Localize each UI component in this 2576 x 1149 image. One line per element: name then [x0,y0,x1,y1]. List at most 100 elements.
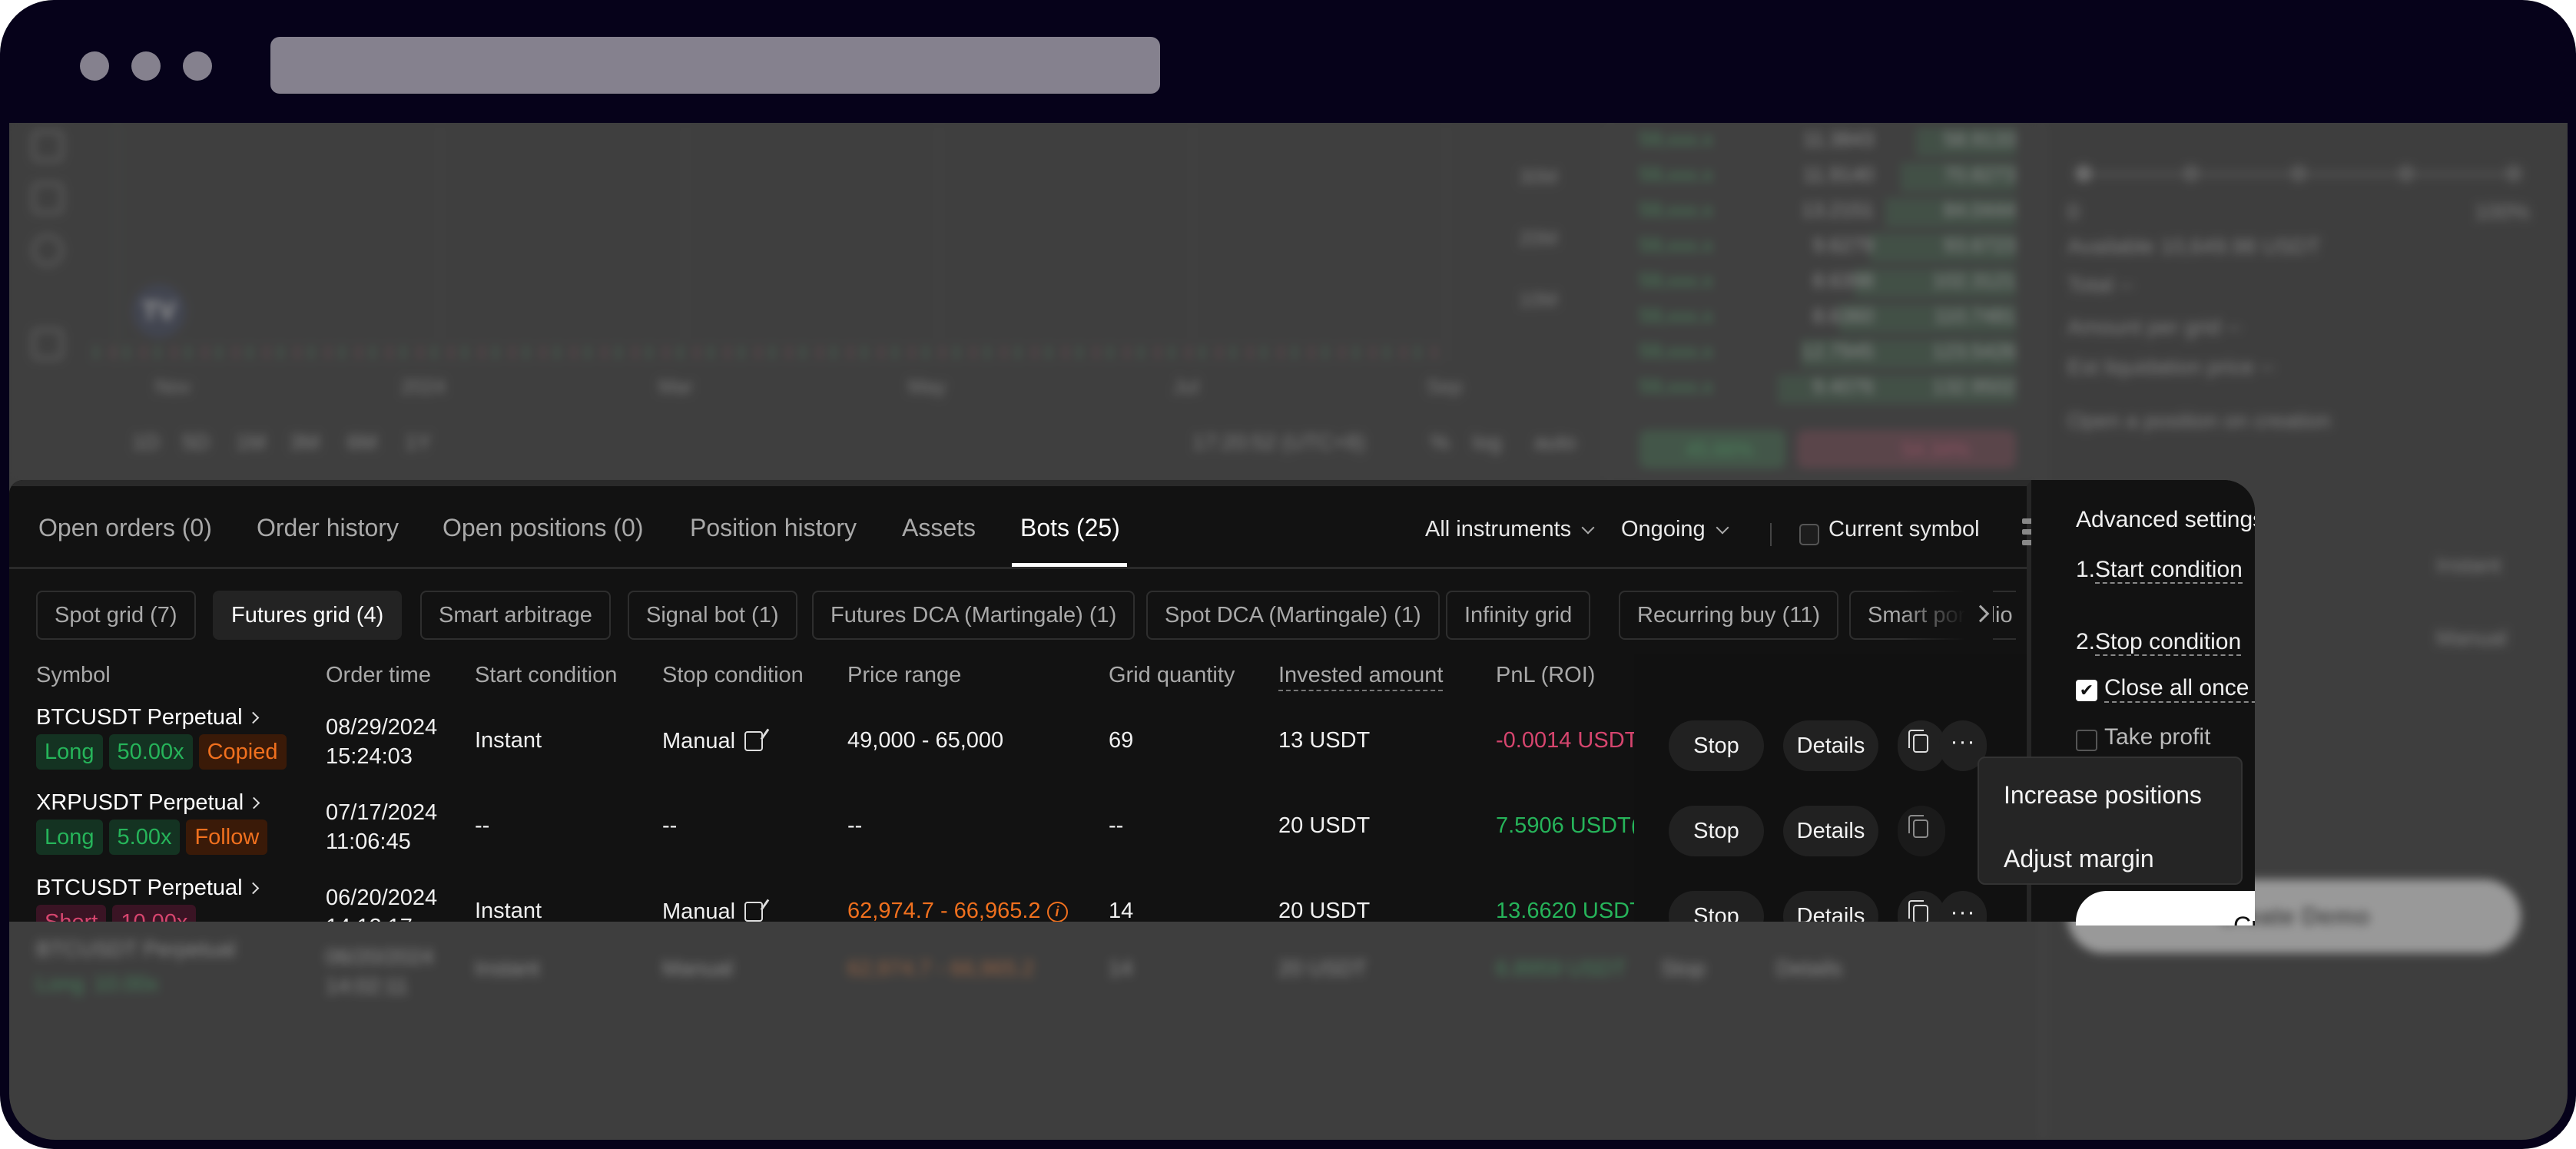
chip-infinity-grid[interactable]: Infinity grid [1446,591,1591,640]
menu-increase-positions[interactable]: Increase positions [2004,781,2202,810]
orders-panel: Open orders (0) Order history Open posit… [9,480,2033,922]
info-icon[interactable]: i [1046,902,1068,922]
tab-open-positions[interactable]: Open positions (0) [443,514,643,542]
copy-badge: Follow [186,820,268,855]
log-scale-toggle[interactable]: log [1473,430,1501,455]
current-symbol-label[interactable]: Current symbol [1828,517,1980,542]
orderbook-row[interactable]: 59,xxx.x 11.9140 70.8273 [1639,163,2016,192]
badges: Long 5.00x Follow [36,820,274,855]
copy-icon [1913,820,1928,838]
lock-icon[interactable] [32,183,63,214]
orderbook-row[interactable]: 59,xxx.x 11.3843 58.9133 [1639,127,2016,157]
menu-adjust-margin[interactable]: Adjust margin [2004,845,2154,873]
stop-condition-label[interactable]: 2.Stop condition [2076,629,2242,656]
price-range: -- [847,813,863,838]
close-all-label[interactable]: Close all once bot stops [2104,675,2255,703]
symbol-link[interactable]: BTCUSDT Perpetual [36,876,259,901]
tradingview-logo: TV [132,284,186,338]
trash-icon[interactable] [32,329,63,359]
tab-position-history[interactable]: Position history [690,514,857,542]
details-button[interactable]: Details [1783,806,1878,856]
chip-futures-grid[interactable]: Futures grid (4) [213,591,403,640]
details-button[interactable]: Details [1783,891,1878,922]
close-all-checkbox[interactable]: ✔ [2076,680,2097,701]
symbol-link[interactable]: BTCUSDT Perpetual [36,705,259,730]
window-maximize-button[interactable] [183,51,212,81]
timeframe-1y[interactable]: 1Y [405,430,431,455]
col-order-time: Order time [326,663,431,687]
y-tick: 10M [1519,288,1558,311]
col-symbol: Symbol [36,663,111,687]
stop-condition-select[interactable]: Manual [2436,626,2507,651]
chip-signal-bot[interactable]: Signal bot (1) [628,591,797,640]
col-invested-amount[interactable]: Invested amount [1278,663,1444,691]
chip-smart-arbitrage[interactable]: Smart arbitrage [420,591,611,640]
symbol-link[interactable]: XRPUSDT Perpetual [36,790,260,816]
col-stop-condition: Stop condition [662,663,804,687]
timeframe-1m[interactable]: 1M [236,430,266,455]
instruments-dropdown[interactable]: All instruments [1425,517,1595,542]
order-time: 06/20/202414:12:17 [326,886,438,922]
auto-scale-toggle[interactable]: auto [1534,430,1576,455]
take-profit-label[interactable]: Take profit [2104,724,2210,750]
tab-assets[interactable]: Assets [902,514,976,542]
chip-spot-grid[interactable]: Spot grid (7) [36,591,196,640]
leverage-badge: 10.00x [112,905,197,922]
take-profit-checkbox[interactable] [2076,730,2097,751]
chip-futures-dca[interactable]: Futures DCA (Martingale) (1) [812,591,1135,640]
orderbook-row[interactable]: 59,xxx.x 9.4076 132.9502 [1639,375,2016,404]
start-condition-select[interactable]: Instant [2436,553,2501,578]
details-button[interactable]: Details [1783,720,1878,771]
percent-scale-toggle[interactable]: % [1431,430,1450,455]
visibility-icon[interactable] [32,235,63,266]
orderbook-row[interactable]: 59,xxx.x 8.6398 102.3121 [1639,269,2016,298]
grid-quantity: -- [1109,813,1124,838]
timeframe-5d[interactable]: 5D [182,430,210,455]
x-tick: Nov [155,375,191,398]
stop-condition: Manual [662,728,764,754]
window-minimize-button[interactable] [131,51,161,81]
current-symbol-checkbox[interactable] [1799,524,1819,545]
stop-bot-button[interactable]: Stop [1669,720,1764,771]
copy-bot-button[interactable] [1898,720,1945,771]
x-tick: 2024 [401,375,446,398]
active-tab-indicator [1012,563,1127,567]
orderbook-row[interactable]: 59,xxx.x 12.7945 123.5426 [1639,339,2016,369]
order-book: 59,xxx.x 11.3843 58.9133 59,xxx.x 11.9140 70… [1607,123,2037,480]
tab-bots[interactable]: Bots (25) [1020,514,1120,542]
timeframe-1d[interactable]: 1D [132,430,160,455]
timeframe-3m[interactable]: 3M [290,430,320,455]
window-close-button[interactable] [80,51,109,81]
address-bar[interactable] [270,37,1160,94]
tab-open-orders[interactable]: Open orders (0) [38,514,212,542]
timeframe-6m[interactable]: 6M [347,430,377,455]
chip-spot-dca[interactable]: Spot DCA (Martingale) (1) [1146,591,1440,640]
copy-bot-button[interactable] [1898,891,1945,922]
price-range: 62,974.7 - 66,965.2 i [847,899,1068,922]
more-actions-button[interactable]: ··· [1939,891,1987,922]
orderbook-row[interactable]: 59,xxx.x 9.6279 93.6723 [1639,233,2016,263]
price-chart[interactable]: TV 30M 20M 10M Nov 2024 Mar May Jul Sep … [9,123,1607,480]
copy-bot-button[interactable] [1898,806,1945,856]
invested-amount: 20 USDT [1278,813,1371,838]
start-condition-label[interactable]: 1.Start condition [2076,557,2243,584]
edit-icon[interactable] [744,731,764,751]
chip-recurring-buy[interactable]: Recurring buy (11) [1619,591,1839,640]
tab-order-history[interactable]: Order history [257,514,399,542]
chevron-down-icon [1716,521,1729,535]
status-dropdown[interactable]: Ongoing [1621,517,1729,542]
stop-bot-button[interactable]: Stop [1669,806,1764,856]
stop-bot-button[interactable]: Stop [1669,891,1764,922]
draw-tool-icon[interactable] [32,131,63,161]
orderbook-row[interactable]: 59,xxx.x 13.2151 84.0444 [1639,198,2016,227]
direction-badge: Long [36,734,103,770]
start-condition: Instant [475,899,542,922]
edit-icon[interactable] [744,902,764,922]
badges: Short 10.00x [36,905,202,922]
investment-slider[interactable] [2075,165,2522,182]
x-tick: Mar [658,375,693,398]
create-button[interactable]: Create Demo [2076,891,2255,925]
advanced-settings-title[interactable]: Advanced settings [2076,507,2255,533]
orderbook-row[interactable]: 59,xxx.x 8.6360 110.7481 [1639,304,2016,333]
open-position-checkbox[interactable]: Open a position on creation [2067,409,2330,433]
